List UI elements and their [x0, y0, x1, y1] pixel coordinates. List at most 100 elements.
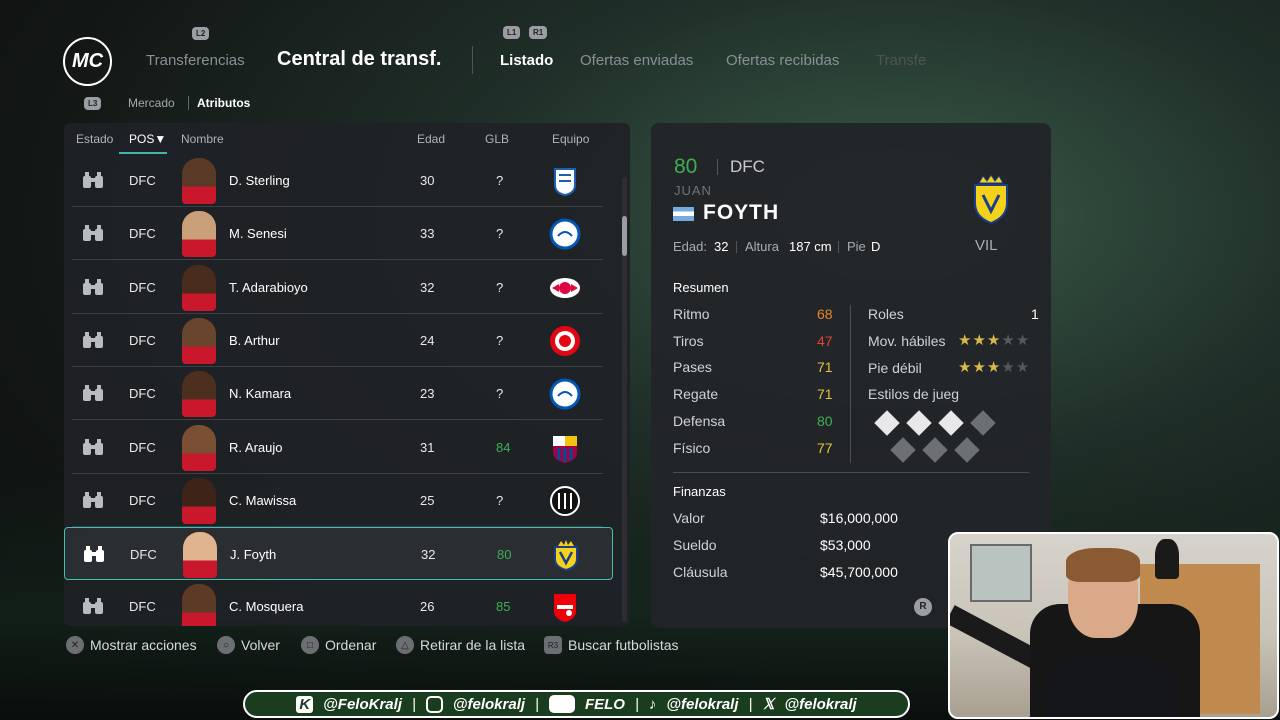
column-pos[interactable]: POS▼ [129, 132, 166, 146]
playstyle-icon-3[interactable] [938, 410, 964, 436]
club-badge-icon [549, 218, 581, 250]
r3-button-icon: R3 [544, 636, 562, 654]
action-show-actions[interactable]: ✕ Mostrar acciones [66, 636, 197, 654]
player-row[interactable]: DFC D. Sterling 30 ? [72, 154, 603, 207]
tab-listado[interactable]: Listado [500, 52, 553, 69]
stat-label: Tiros [673, 332, 704, 349]
action-label: Ordenar [325, 637, 377, 653]
row-overall: ? [496, 492, 504, 508]
column-estado[interactable]: Estado [76, 132, 113, 146]
summary-divider [850, 305, 851, 463]
skill-moves-stars: ★★★★★ [958, 331, 1030, 349]
figure-toy [1155, 539, 1179, 579]
player-row[interactable]: DFC J. Foyth 32 80 [64, 527, 613, 581]
player-row[interactable]: DFC C. Mawissa 25 ? [72, 474, 603, 527]
tab-transferencias[interactable]: Transferencias [146, 52, 245, 69]
stat-value: 47 [817, 332, 833, 349]
player-row[interactable]: DFC C. Mosquera 26 85 [72, 580, 603, 626]
breadcrumb-atributos[interactable]: Atributos [197, 96, 250, 110]
age-label: Edad: [673, 239, 707, 254]
row-overall: ? [496, 173, 504, 188]
tab-transferencias-faded[interactable]: Transfe [876, 52, 926, 69]
finance-clause-label: Cláusula [673, 564, 728, 580]
row-position: DFC [129, 173, 156, 188]
stat-label: Físico [673, 439, 711, 456]
row-player-name: B. Arthur [229, 332, 280, 348]
row-player-name: C. Mosquera [229, 599, 304, 615]
weak-foot-stars: ★★★★★ [958, 358, 1030, 376]
action-label: Mostrar acciones [90, 637, 197, 653]
player-rating: 80 [674, 155, 698, 178]
column-nombre[interactable]: Nombre [181, 132, 224, 146]
player-row[interactable]: DFC M. Senesi 33 ? [72, 207, 603, 261]
scout-binoculars-icon[interactable] [82, 171, 104, 189]
breadcrumb-divider [188, 96, 189, 110]
action-sort[interactable]: □ Ordenar [301, 636, 376, 654]
scout-binoculars-icon[interactable] [82, 278, 104, 296]
row-overall: 80 [497, 547, 512, 563]
tab-ofertas-recibidas[interactable]: Ofertas recibidas [726, 52, 839, 69]
stat-label: Regate [673, 386, 719, 403]
club-badge-icon [549, 165, 581, 197]
scout-binoculars-icon[interactable] [82, 224, 104, 242]
player-avatar [182, 158, 216, 204]
tab-ofertas-enviadas[interactable]: Ofertas enviadas [580, 52, 693, 69]
club-badge-icon [549, 325, 581, 357]
row-player-name: D. Sterling [229, 173, 290, 188]
column-glb[interactable]: GLB [485, 132, 509, 146]
action-remove-from-list[interactable]: △ Retirar de la lista [396, 636, 525, 654]
club-badge-icon [549, 432, 581, 464]
r1-button-hint: R1 [529, 26, 548, 39]
circle-button-icon: ○ [217, 636, 235, 654]
row-age: 25 [420, 492, 435, 508]
finance-clause-amount: $45,700,000 [820, 564, 898, 580]
finance-wage-amount: $53,000 [820, 537, 871, 553]
row-overall: ? [496, 332, 504, 348]
scout-binoculars-icon[interactable] [82, 384, 104, 402]
stat-value: 80 [817, 412, 833, 429]
scout-binoculars-icon[interactable] [83, 545, 105, 563]
player-row[interactable]: DFC B. Arthur 24 ? [72, 314, 603, 367]
action-label: Retirar de la lista [420, 637, 526, 653]
action-search-players[interactable]: R3 Buscar futbolistas [544, 636, 679, 654]
star-empty-icon: ★ [1001, 332, 1016, 349]
youtube-handle: FELO [584, 695, 625, 713]
club-badge-icon [549, 272, 581, 304]
l1-button-hint: L1 [503, 26, 521, 39]
r-stick-hint[interactable]: R [914, 598, 932, 616]
row-age: 32 [421, 547, 436, 563]
finance-title: Finanzas [673, 484, 726, 499]
playstyle-icon-2[interactable] [906, 410, 932, 436]
playstyle-empty-3 [922, 437, 948, 463]
column-equipo[interactable]: Equipo [552, 132, 589, 146]
player-avatar [182, 424, 216, 471]
scout-binoculars-icon[interactable] [82, 491, 104, 509]
player-position: DFC [730, 157, 765, 176]
social-separator: | [634, 695, 639, 713]
row-age: 30 [420, 173, 435, 188]
player-avatar [182, 477, 216, 524]
column-edad[interactable]: Edad [417, 132, 445, 146]
row-position: DFC [129, 332, 156, 348]
l2-button-hint: L2 [192, 27, 210, 40]
row-player-name: C. Mawissa [229, 492, 297, 508]
finance-value-amount: $16,000,000 [820, 510, 898, 526]
stat-value: 71 [817, 359, 833, 376]
breadcrumb-mercado[interactable]: Mercado [128, 96, 175, 110]
scout-binoculars-icon[interactable] [82, 438, 104, 456]
scout-binoculars-icon[interactable] [82, 331, 104, 349]
scrollbar-thumb[interactable] [622, 216, 627, 256]
player-avatar [183, 532, 217, 579]
weak-foot-label: Pie débil [868, 360, 922, 376]
foot-label: Pie [847, 239, 866, 254]
player-row[interactable]: DFC T. Adarabioyo 32 ? [72, 261, 603, 314]
playstyle-empty-1 [970, 410, 996, 436]
player-row[interactable]: DFC N. Kamara 23 ? [72, 367, 603, 421]
social-separator: | [535, 695, 539, 713]
tiktok-icon: ♪ [648, 695, 657, 713]
list-header: Estado POS▼ Nombre Edad GLB Equipo [64, 123, 630, 154]
action-back[interactable]: ○ Volver [217, 636, 280, 654]
playstyle-icon-1[interactable] [874, 410, 900, 436]
scout-binoculars-icon[interactable] [82, 597, 104, 615]
player-row[interactable]: DFC R. Araujo 31 84 [72, 421, 603, 474]
